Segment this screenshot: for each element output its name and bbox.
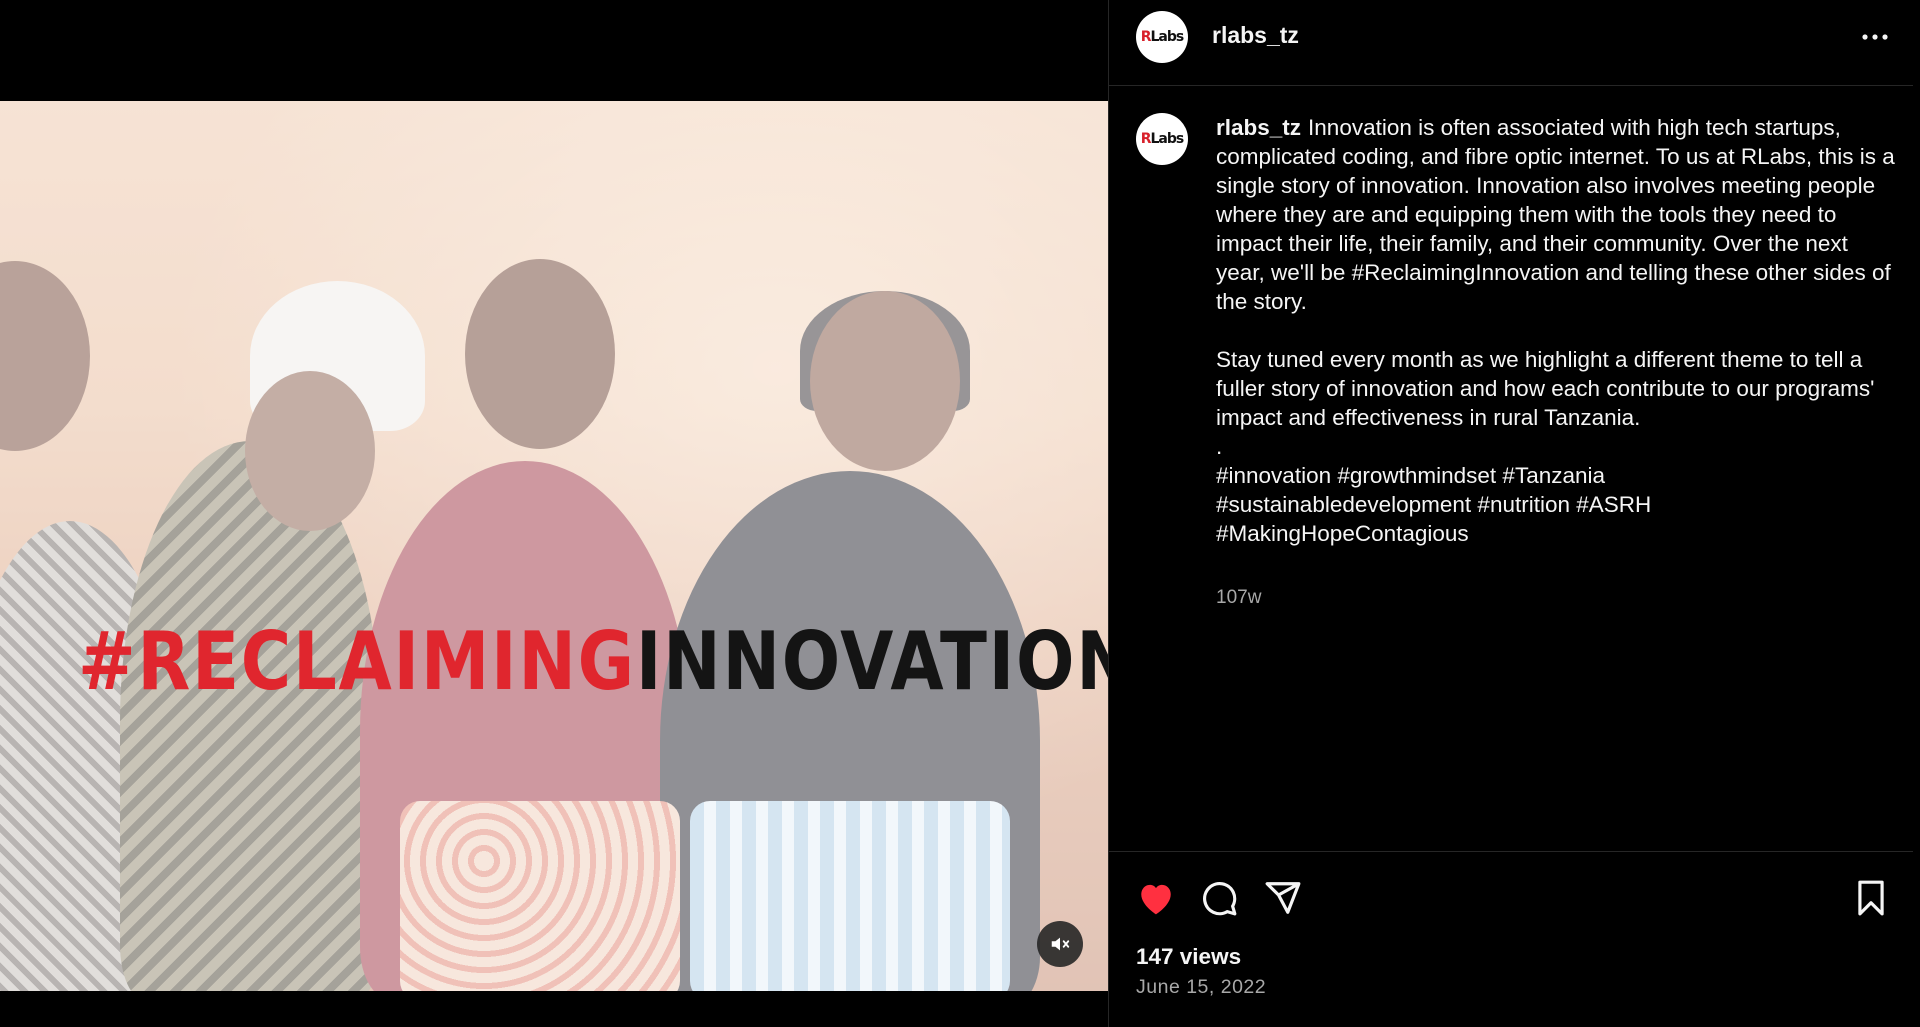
avatar-logo-rest: Labs bbox=[1150, 131, 1185, 147]
avatar[interactable]: R Labs bbox=[1136, 11, 1188, 63]
caption-username[interactable]: rlabs_tz bbox=[1216, 115, 1301, 140]
caption-hashtags[interactable]: #innovation #growthmindset #Tanzania #su… bbox=[1216, 461, 1896, 548]
post-details-panel: R Labs rlabs_tz R Labs rlabs_tz Innovation … bbox=[1108, 0, 1913, 1027]
speaker-muted-icon bbox=[1051, 937, 1070, 951]
post-header: R Labs rlabs_tz bbox=[1109, 0, 1913, 86]
paper-plane-icon bbox=[1265, 882, 1301, 914]
heart-filled-icon bbox=[1141, 884, 1171, 915]
media-pane: #RECLAIMINGINNOVATION bbox=[0, 0, 1108, 1027]
mute-button[interactable] bbox=[1037, 921, 1083, 967]
post-video[interactable]: #RECLAIMINGINNOVATION bbox=[0, 101, 1108, 991]
share-button[interactable] bbox=[1261, 876, 1305, 920]
caption-area: R Labs rlabs_tz Innovation is often associ… bbox=[1109, 87, 1913, 850]
post-actions: 147 views June 15, 2022 bbox=[1109, 851, 1913, 1027]
save-button[interactable] bbox=[1849, 876, 1893, 920]
view-count[interactable]: 147 views bbox=[1136, 944, 1241, 970]
post-date[interactable]: June 15, 2022 bbox=[1136, 976, 1266, 999]
caption-paragraph-2: Stay tuned every month as we highlight a… bbox=[1216, 347, 1881, 430]
avatar[interactable]: R Labs bbox=[1136, 113, 1188, 165]
overlay-text-black: INNOVATION bbox=[635, 615, 1108, 708]
like-button[interactable] bbox=[1134, 876, 1178, 920]
overlay-text-red: #RECLAIMING bbox=[78, 615, 636, 708]
comment-icon bbox=[1203, 882, 1237, 916]
caption-separator: . bbox=[1216, 434, 1223, 459]
avatar-logo-r: R bbox=[1140, 29, 1152, 45]
relative-timestamp[interactable]: 107w bbox=[1216, 587, 1261, 609]
post-caption: rlabs_tz Innovation is often associated w… bbox=[1216, 113, 1896, 548]
caption-paragraph-1: Innovation is often associated with high… bbox=[1216, 115, 1901, 314]
header-username[interactable]: rlabs_tz bbox=[1212, 22, 1299, 49]
bookmark-icon bbox=[1858, 880, 1884, 916]
video-overlay-title: #RECLAIMINGINNOVATION bbox=[78, 615, 1108, 708]
more-options-button[interactable] bbox=[1855, 22, 1895, 52]
video-fade-overlay bbox=[0, 101, 1108, 991]
avatar-logo-r: R bbox=[1140, 131, 1152, 147]
avatar-logo-rest: Labs bbox=[1150, 29, 1185, 45]
more-horizontal-icon bbox=[1862, 34, 1888, 40]
comment-button[interactable] bbox=[1197, 876, 1241, 920]
